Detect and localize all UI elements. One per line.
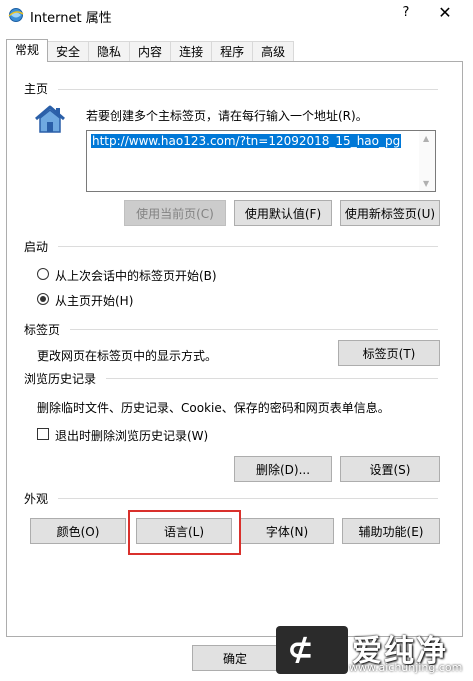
- ok-button[interactable]: 确定: [192, 645, 278, 671]
- appearance-section-label: 外观: [24, 492, 49, 506]
- house-icon: [35, 105, 65, 133]
- tab-connections[interactable]: 连接: [170, 41, 213, 62]
- divider: [70, 329, 438, 330]
- divider: [58, 498, 438, 499]
- delete-history-on-exit-checkbox[interactable]: [37, 428, 49, 440]
- delete-history-button[interactable]: 删除(D)...: [234, 456, 332, 482]
- url-scrollbar[interactable]: ▲ ▼: [419, 131, 435, 191]
- internet-explorer-icon: [8, 8, 24, 22]
- tab-advanced[interactable]: 高级: [252, 41, 295, 62]
- tabs-description: 更改网页在标签页中的显示方式。: [37, 349, 218, 363]
- startup-section-label: 启动: [24, 240, 49, 254]
- divider: [58, 89, 438, 90]
- colors-button[interactable]: 颜色(O): [30, 518, 126, 544]
- use-new-tab-button[interactable]: 使用新标签页(U): [340, 200, 440, 226]
- help-button[interactable]: ?: [398, 5, 414, 20]
- tab-strip: 常规 安全 隐私 内容 连接 程序 高级: [6, 39, 295, 62]
- history-description: 删除临时文件、历史记录、Cookie、保存的密码和网页表单信息。: [37, 401, 390, 415]
- radio-start-home[interactable]: [37, 293, 49, 305]
- history-settings-button[interactable]: 设置(S): [340, 456, 440, 482]
- delete-history-on-exit-label[interactable]: 退出时删除浏览历史记录(W): [55, 427, 208, 444]
- start-home-label[interactable]: 从主页开始(H): [55, 292, 133, 309]
- history-section-label: 浏览历史记录: [24, 372, 97, 386]
- home-url-textarea[interactable]: http://www.hao123.com/?tn=12092018_15_ha…: [86, 130, 436, 192]
- tab-programs[interactable]: 程序: [211, 41, 254, 62]
- tab-general[interactable]: 常规: [6, 39, 49, 62]
- tabs-section-label: 标签页: [24, 323, 61, 337]
- title-bar: Internet 属性 ? ✕: [0, 0, 473, 30]
- highlight-box: [128, 510, 241, 555]
- tabs-settings-button[interactable]: 标签页(T): [338, 340, 440, 366]
- scroll-down-icon[interactable]: ▼: [423, 179, 429, 188]
- home-url-value: http://www.hao123.com/?tn=12092018_15_ha…: [91, 134, 402, 148]
- radio-start-last-session[interactable]: [37, 268, 49, 280]
- home-instruction: 若要创建多个主标签页，请在每行输入一个地址(R)。: [86, 109, 368, 123]
- fonts-button[interactable]: 字体(N): [240, 518, 334, 544]
- use-current-button[interactable]: 使用当前页(C): [124, 200, 226, 226]
- tab-privacy[interactable]: 隐私: [88, 41, 131, 62]
- tab-security[interactable]: 安全: [47, 41, 90, 62]
- divider: [106, 378, 438, 379]
- watermark-logo-icon: ⊄: [287, 630, 314, 668]
- scroll-up-icon[interactable]: ▲: [423, 134, 429, 143]
- divider: [58, 246, 438, 247]
- close-button[interactable]: ✕: [433, 3, 457, 22]
- accessibility-button[interactable]: 辅助功能(E): [342, 518, 440, 544]
- home-section-label: 主页: [24, 82, 49, 96]
- start-last-session-label[interactable]: 从上次会话中的标签页开始(B): [55, 267, 217, 284]
- use-default-button[interactable]: 使用默认值(F): [234, 200, 332, 226]
- window-title: Internet 属性: [30, 11, 112, 26]
- radio-selected-dot: [40, 296, 46, 302]
- watermark-url: www.aichunjing.com: [349, 661, 463, 674]
- tab-content[interactable]: 内容: [129, 41, 172, 62]
